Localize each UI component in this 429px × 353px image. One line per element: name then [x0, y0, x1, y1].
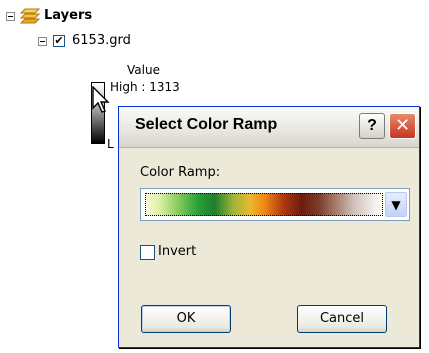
layers-icon — [20, 8, 40, 24]
layer-collapse-toggle[interactable] — [38, 37, 47, 46]
cancel-button[interactable]: Cancel — [297, 305, 387, 333]
invert-label: Invert — [158, 244, 197, 259]
dialog-titlebar[interactable]: Select Color Ramp ? ✕ — [119, 107, 419, 148]
layers-root-label: Layers — [44, 8, 93, 23]
chevron-down-icon[interactable]: ▼ — [385, 192, 407, 217]
dialog-title: Select Color Ramp — [135, 116, 278, 133]
layer-name: 6153.grd — [72, 33, 131, 48]
selected-color-ramp-swatch — [145, 193, 383, 216]
help-button[interactable]: ? — [359, 113, 385, 139]
invert-checkbox[interactable] — [140, 245, 155, 260]
legend-low-label-partial: L — [107, 137, 114, 151]
close-button[interactable]: ✕ — [389, 113, 416, 139]
layers-collapse-toggle[interactable] — [6, 12, 15, 21]
color-ramp-label: Color Ramp: — [140, 165, 221, 180]
select-color-ramp-dialog: Select Color Ramp ? ✕ Color Ramp: ▼ Inve… — [118, 106, 420, 348]
legend-heading: Value — [127, 63, 160, 77]
ok-button[interactable]: OK — [141, 305, 231, 333]
layer-visibility-checkbox[interactable]: ✔ — [53, 35, 65, 47]
legend-high-label: High : 1313 — [110, 80, 180, 94]
color-ramp-dropdown[interactable]: ▼ — [140, 188, 410, 221]
mouse-pointer-icon — [92, 86, 110, 113]
